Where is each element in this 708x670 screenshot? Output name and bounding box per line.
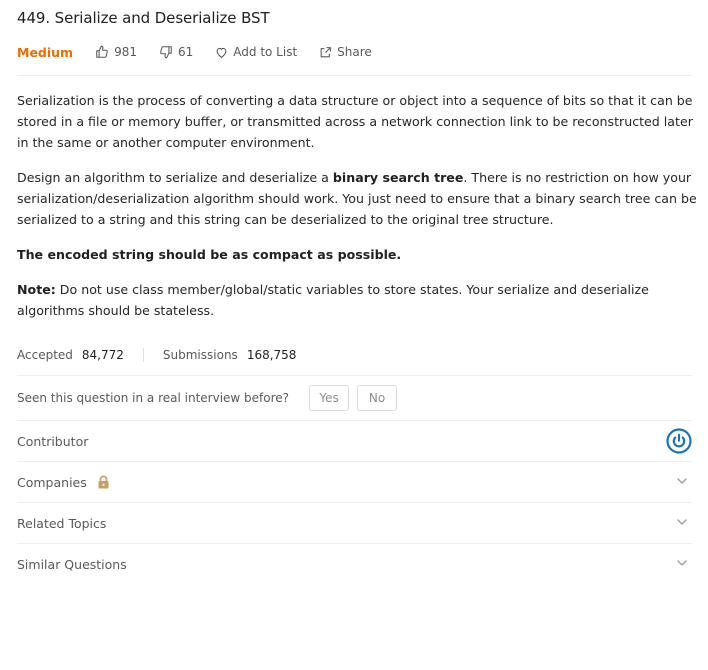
description-text: Serialization is the process of converti… bbox=[17, 93, 693, 150]
accepted-value: 84,772 bbox=[81, 348, 124, 362]
contributor-label: Contributor bbox=[17, 433, 89, 449]
thumbs-up-icon bbox=[96, 45, 108, 58]
submissions-label: Submissions bbox=[162, 348, 238, 362]
lock-icon bbox=[97, 475, 110, 489]
chevron-down-icon[interactable] bbox=[676, 516, 688, 528]
problem-meta-bar: Medium 981 61 Add to List Share bbox=[17, 43, 394, 61]
contributor-section[interactable]: Contributor bbox=[17, 421, 692, 461]
accepted-label: Accepted bbox=[17, 348, 73, 362]
like-count: 981 bbox=[114, 45, 137, 59]
interview-question-row: Seen this question in a real interview b… bbox=[17, 384, 398, 412]
description-paragraph: Design an algorithm to serialize and des… bbox=[17, 167, 697, 230]
thumbs-down-icon bbox=[160, 46, 172, 59]
share-button[interactable]: Share bbox=[319, 45, 372, 59]
problem-title: 449. Serialize and Deserialize BST bbox=[17, 9, 270, 27]
related-topics-section[interactable]: Related Topics bbox=[17, 503, 692, 543]
problem-description: Serialization is the process of converti… bbox=[17, 90, 697, 335]
submissions-value: 168,758 bbox=[246, 348, 297, 362]
description-paragraph: Note: Do not use class member/global/sta… bbox=[17, 279, 697, 321]
divider bbox=[17, 75, 692, 76]
companies-label: Companies bbox=[17, 474, 87, 490]
chevron-down-icon[interactable] bbox=[676, 557, 688, 569]
chevron-down-icon[interactable] bbox=[676, 475, 688, 487]
related-topics-label: Related Topics bbox=[17, 515, 107, 531]
share-icon bbox=[320, 46, 332, 57]
companies-section[interactable]: Companies bbox=[17, 462, 692, 502]
yes-button[interactable]: Yes bbox=[309, 385, 350, 411]
dislike-button[interactable]: 61 bbox=[159, 45, 193, 59]
submission-stats: Accepted 84,772 Submissions 168,758 bbox=[17, 346, 296, 364]
description-text: Design an algorithm to serialize and des… bbox=[17, 170, 333, 185]
share-label: Share bbox=[337, 45, 372, 59]
description-bold-text: The encoded string should be as compact … bbox=[17, 247, 402, 262]
like-button[interactable]: 981 bbox=[95, 45, 137, 59]
description-bold-text: binary search tree bbox=[332, 170, 464, 185]
add-to-list-label: Add to List bbox=[233, 45, 298, 59]
note-label: Note: bbox=[17, 282, 56, 297]
description-text: Do not use class member/global/static va… bbox=[17, 282, 649, 318]
description-paragraph: Serialization is the process of converti… bbox=[17, 90, 697, 153]
heart-icon bbox=[216, 47, 227, 58]
dislike-count: 61 bbox=[177, 45, 194, 59]
no-button[interactable]: No bbox=[357, 385, 398, 411]
stats-separator bbox=[142, 348, 144, 362]
divider bbox=[17, 375, 692, 376]
problem-page: 449. Serialize and Deserialize BST Mediu… bbox=[0, 0, 708, 670]
similar-questions-label: Similar Questions bbox=[17, 556, 127, 572]
add-to-list-button[interactable]: Add to List bbox=[215, 45, 297, 59]
similar-questions-section[interactable]: Similar Questions bbox=[17, 544, 692, 584]
interview-question-text: Seen this question in a real interview b… bbox=[17, 391, 290, 405]
description-paragraph: The encoded string should be as compact … bbox=[17, 244, 697, 265]
power-icon[interactable] bbox=[666, 428, 692, 454]
difficulty-label: Medium bbox=[17, 44, 74, 60]
